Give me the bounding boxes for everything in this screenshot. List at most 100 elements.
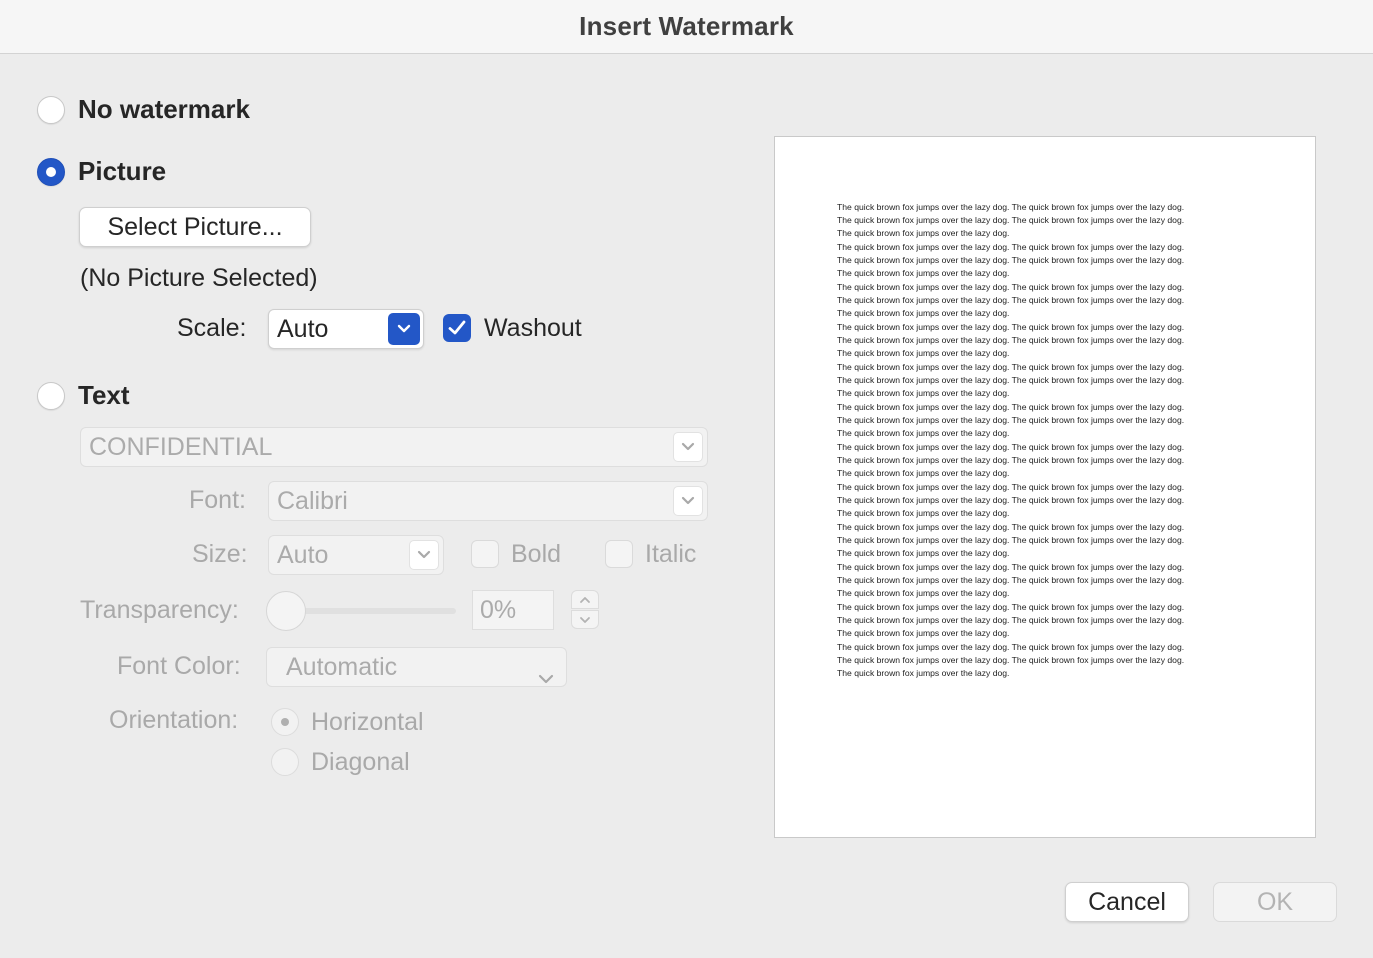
preview-line: The quick brown fox jumps over the lazy … xyxy=(837,668,1010,678)
preview-paragraph: The quick brown fox jumps over the lazy … xyxy=(837,521,1257,560)
watermark-preview: The quick brown fox jumps over the lazy … xyxy=(774,136,1316,838)
preview-line: The quick brown fox jumps over the lazy … xyxy=(837,575,1185,585)
scale-label: Scale: xyxy=(177,314,247,342)
preview-line: The quick brown fox jumps over the lazy … xyxy=(837,628,1010,638)
italic-label: Italic xyxy=(645,540,697,568)
orientation-label: Orientation: xyxy=(109,706,239,734)
picture-radio[interactable] xyxy=(37,158,65,186)
select-picture-button[interactable]: Select Picture... xyxy=(79,207,311,247)
preview-line: The quick brown fox jumps over the lazy … xyxy=(837,202,1185,212)
preview-line: The quick brown fox jumps over the lazy … xyxy=(837,428,1010,438)
preview-line: The quick brown fox jumps over the lazy … xyxy=(837,508,1010,518)
font-label: Font: xyxy=(189,486,246,514)
transparency-stepper[interactable] xyxy=(571,590,599,630)
preview-line: The quick brown fox jumps over the lazy … xyxy=(837,215,1185,225)
preview-line: The quick brown fox jumps over the lazy … xyxy=(837,348,1010,358)
preview-line: The quick brown fox jumps over the lazy … xyxy=(837,295,1185,305)
preview-line: The quick brown fox jumps over the lazy … xyxy=(837,615,1185,625)
chevron-down-icon xyxy=(673,486,703,516)
preview-line: The quick brown fox jumps over the lazy … xyxy=(837,535,1185,545)
diagonal-label: Diagonal xyxy=(311,748,410,776)
chevron-down-icon xyxy=(538,662,554,691)
window-title: Insert Watermark xyxy=(579,11,794,41)
diagonal-radio[interactable] xyxy=(271,748,299,776)
text-label: Text xyxy=(78,380,130,410)
chevron-up-icon xyxy=(580,596,590,603)
preview-paragraph: The quick brown fox jumps over the lazy … xyxy=(837,201,1257,240)
size-combobox[interactable]: Auto xyxy=(268,535,444,575)
preview-paragraph: The quick brown fox jumps over the lazy … xyxy=(837,241,1257,280)
font-color-value: Automatic xyxy=(286,652,398,681)
preview-text: The quick brown fox jumps over the lazy … xyxy=(837,201,1257,681)
preview-line: The quick brown fox jumps over the lazy … xyxy=(837,562,1185,572)
font-color-popup[interactable]: Automatic xyxy=(266,647,567,687)
checkmark-icon xyxy=(448,320,466,335)
preview-paragraph: The quick brown fox jumps over the lazy … xyxy=(837,441,1257,480)
preview-line: The quick brown fox jumps over the lazy … xyxy=(837,228,1010,238)
preview-line: The quick brown fox jumps over the lazy … xyxy=(837,655,1185,665)
text-combobox[interactable]: CONFIDENTIAL xyxy=(80,427,708,467)
preview-line: The quick brown fox jumps over the lazy … xyxy=(837,362,1185,372)
size-value: Auto xyxy=(277,540,329,569)
preview-paragraph: The quick brown fox jumps over the lazy … xyxy=(837,481,1257,520)
font-color-label: Font Color: xyxy=(117,652,241,680)
preview-line: The quick brown fox jumps over the lazy … xyxy=(837,482,1185,492)
preview-line: The quick brown fox jumps over the lazy … xyxy=(837,402,1185,412)
bold-label: Bold xyxy=(511,540,562,568)
preview-line: The quick brown fox jumps over the lazy … xyxy=(837,322,1185,332)
stepper-down-button[interactable] xyxy=(571,610,599,629)
preview-paragraph: The quick brown fox jumps over the lazy … xyxy=(837,641,1257,680)
preview-line: The quick brown fox jumps over the lazy … xyxy=(837,495,1185,505)
chevron-down-icon xyxy=(388,313,420,345)
scale-value: Auto xyxy=(277,314,329,343)
picture-label: Picture xyxy=(78,156,167,186)
preview-line: The quick brown fox jumps over the lazy … xyxy=(837,242,1185,252)
washout-label: Washout xyxy=(484,314,582,342)
chevron-down-icon xyxy=(409,540,439,570)
ok-button[interactable]: OK xyxy=(1213,882,1337,922)
horizontal-radio[interactable] xyxy=(271,708,299,736)
font-value: Calibri xyxy=(277,486,348,515)
chevron-down-icon xyxy=(580,616,590,623)
preview-paragraph: The quick brown fox jumps over the lazy … xyxy=(837,281,1257,320)
chevron-down-icon xyxy=(673,432,703,462)
text-value: CONFIDENTIAL xyxy=(89,432,273,461)
picture-status: (No Picture Selected) xyxy=(80,264,318,292)
preview-line: The quick brown fox jumps over the lazy … xyxy=(837,455,1185,465)
text-radio[interactable] xyxy=(37,382,65,410)
preview-line: The quick brown fox jumps over the lazy … xyxy=(837,642,1185,652)
preview-line: The quick brown fox jumps over the lazy … xyxy=(837,588,1010,598)
no-watermark-radio[interactable] xyxy=(37,96,65,124)
preview-line: The quick brown fox jumps over the lazy … xyxy=(837,255,1185,265)
transparency-label: Transparency: xyxy=(80,596,239,624)
preview-line: The quick brown fox jumps over the lazy … xyxy=(837,282,1185,292)
preview-paragraph: The quick brown fox jumps over the lazy … xyxy=(837,361,1257,400)
washout-checkbox[interactable] xyxy=(443,314,471,342)
scale-popup[interactable]: Auto xyxy=(268,309,424,349)
preview-line: The quick brown fox jumps over the lazy … xyxy=(837,388,1010,398)
preview-paragraph: The quick brown fox jumps over the lazy … xyxy=(837,601,1257,640)
size-label: Size: xyxy=(192,540,248,568)
preview-line: The quick brown fox jumps over the lazy … xyxy=(837,415,1185,425)
cancel-button[interactable]: Cancel xyxy=(1065,882,1189,922)
preview-paragraph: The quick brown fox jumps over the lazy … xyxy=(837,401,1257,440)
preview-line: The quick brown fox jumps over the lazy … xyxy=(837,468,1010,478)
transparency-slider-knob[interactable] xyxy=(266,591,306,631)
preview-line: The quick brown fox jumps over the lazy … xyxy=(837,522,1185,532)
no-watermark-label: No watermark xyxy=(78,94,250,124)
preview-line: The quick brown fox jumps over the lazy … xyxy=(837,442,1185,452)
font-combobox[interactable]: Calibri xyxy=(268,481,708,521)
preview-line: The quick brown fox jumps over the lazy … xyxy=(837,602,1185,612)
preview-line: The quick brown fox jumps over the lazy … xyxy=(837,548,1010,558)
preview-line: The quick brown fox jumps over the lazy … xyxy=(837,268,1010,278)
preview-line: The quick brown fox jumps over the lazy … xyxy=(837,335,1185,345)
italic-checkbox[interactable] xyxy=(605,540,633,568)
preview-line: The quick brown fox jumps over the lazy … xyxy=(837,308,1010,318)
title-bar: Insert Watermark xyxy=(0,0,1373,54)
transparency-value: 0% xyxy=(480,595,517,624)
stepper-up-button[interactable] xyxy=(571,590,599,609)
preview-paragraph: The quick brown fox jumps over the lazy … xyxy=(837,321,1257,360)
transparency-field[interactable]: 0% xyxy=(472,590,554,630)
bold-checkbox[interactable] xyxy=(471,540,499,568)
preview-line: The quick brown fox jumps over the lazy … xyxy=(837,375,1185,385)
